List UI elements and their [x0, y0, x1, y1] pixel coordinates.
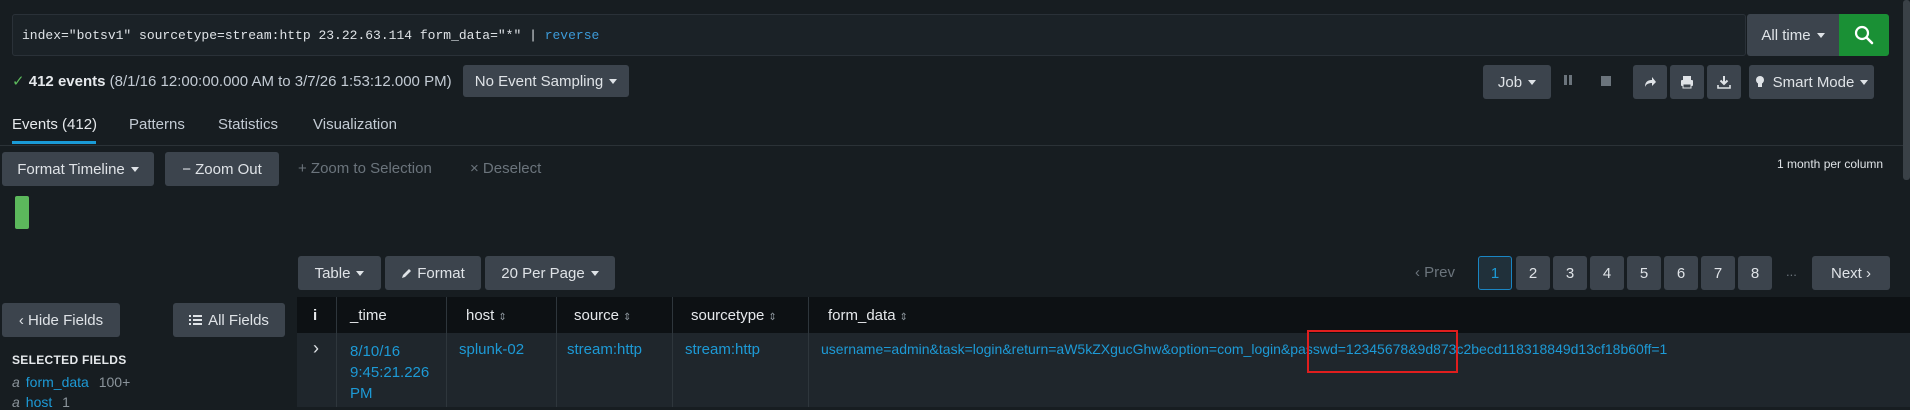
column-divider: [336, 297, 337, 407]
search-query[interactable]: index="botsv1" sourcetype=stream:http 23…: [22, 28, 599, 43]
event-summary: ✓ 412 events (8/1/16 12:00:00.000 AM to …: [12, 72, 452, 90]
stop-icon: [1601, 76, 1611, 86]
field-item-host[interactable]: a host 1: [12, 394, 70, 410]
event-sourcetype[interactable]: stream:http: [685, 341, 760, 358]
page-button[interactable]: 3: [1553, 256, 1587, 290]
page-button[interactable]: 5: [1627, 256, 1661, 290]
sort-icon: ⇕: [498, 312, 507, 323]
page-button[interactable]: 1: [1478, 256, 1512, 290]
pause-button[interactable]: [1563, 73, 1573, 89]
lightbulb-icon: [1755, 76, 1764, 87]
zoom-to-selection-button[interactable]: + Zoom to Selection: [298, 160, 432, 177]
share-icon: [1645, 77, 1656, 87]
chevron-down-icon: [590, 270, 599, 276]
tab-patterns[interactable]: Patterns: [129, 116, 185, 133]
deselect-button[interactable]: × Deselect: [470, 160, 541, 177]
page-button[interactable]: 7: [1701, 256, 1735, 290]
field-name[interactable]: host: [26, 394, 52, 410]
column-divider: [808, 297, 809, 407]
tab-events[interactable]: Events (412): [12, 116, 97, 133]
page-button[interactable]: 4: [1590, 256, 1624, 290]
highlight-annotation: [1307, 330, 1458, 373]
tab-visualization[interactable]: Visualization: [313, 116, 397, 133]
column-divider: [556, 297, 557, 407]
search-button[interactable]: [1839, 14, 1889, 56]
print-icon: [1681, 76, 1693, 89]
hide-fields-button[interactable]: ‹ Hide Fields: [2, 303, 120, 337]
table-header: [297, 297, 1910, 333]
table-view-dropdown[interactable]: Table: [298, 256, 381, 290]
event-count: 412 events: [28, 73, 106, 90]
page-scrollbar[interactable]: [1903, 0, 1910, 180]
column-divider: [672, 297, 673, 407]
sampling-dropdown[interactable]: No Event Sampling: [463, 65, 629, 97]
sort-icon: ⇕: [768, 312, 777, 323]
field-item-form-data[interactable]: a form_data 100+: [12, 374, 130, 390]
zoom-out-button[interactable]: − Zoom Out: [165, 152, 279, 186]
export-button[interactable]: [1707, 65, 1741, 99]
field-count: 100+: [98, 374, 131, 390]
share-button[interactable]: [1633, 65, 1667, 99]
field-type: a: [12, 394, 20, 410]
search-mode-dropdown[interactable]: Smart Mode: [1749, 65, 1874, 99]
sort-icon: ⇕: [899, 312, 908, 323]
field-count: 1: [62, 394, 70, 410]
event-range: (8/1/16 12:00:00.000 AM to 3/7/26 1:53:1…: [109, 73, 452, 90]
chevron-down-icon: [609, 78, 618, 84]
chevron-down-icon: [1816, 32, 1825, 38]
tabs-divider: [0, 145, 1910, 146]
pause-icon: [1564, 75, 1572, 85]
job-menu[interactable]: Job: [1483, 65, 1551, 99]
print-button[interactable]: [1670, 65, 1704, 99]
format-button[interactable]: Format: [385, 256, 481, 290]
search-icon: [1854, 25, 1874, 45]
per-page-dropdown[interactable]: 20 Per Page: [485, 256, 615, 290]
tab-statistics[interactable]: Statistics: [218, 116, 278, 133]
chevron-down-icon: [1528, 79, 1537, 85]
page-button[interactable]: 8: [1738, 256, 1772, 290]
column-header-source[interactable]: source ⇕: [574, 307, 631, 324]
pencil-icon: [402, 269, 412, 278]
list-icon: [189, 315, 203, 325]
event-form-data[interactable]: username=admin&task=login&return=aW5kZXg…: [821, 341, 1667, 357]
prev-page-button[interactable]: ‹ Prev: [1415, 264, 1455, 281]
field-name[interactable]: form_data: [26, 374, 89, 390]
all-fields-button[interactable]: All Fields: [173, 303, 285, 337]
active-tab-indicator: [12, 141, 96, 144]
timeline-scale: 1 month per column: [1777, 157, 1884, 171]
event-source[interactable]: stream:http: [567, 341, 642, 358]
column-header-host[interactable]: host ⇕: [466, 307, 507, 324]
selected-fields-heading: SELECTED FIELDS: [12, 353, 127, 367]
info-column-header: i: [313, 307, 318, 324]
stop-button[interactable]: [1600, 74, 1612, 88]
format-timeline-button[interactable]: Format Timeline: [2, 152, 154, 186]
event-host[interactable]: splunk-02: [459, 341, 524, 358]
pagination-ellipsis: ...: [1786, 264, 1797, 279]
check-icon: ✓: [12, 73, 25, 90]
sort-icon: ⇕: [623, 312, 632, 323]
chevron-down-icon: [130, 166, 139, 172]
download-icon: [1717, 76, 1731, 89]
column-divider: [446, 297, 447, 407]
column-header-sourcetype[interactable]: sourcetype ⇕: [691, 307, 777, 324]
next-page-button[interactable]: Next ›: [1812, 256, 1890, 290]
page-button[interactable]: 2: [1516, 256, 1550, 290]
timeline-bar[interactable]: [15, 196, 29, 229]
event-time[interactable]: 8/10/16 9:45:21.226 PM: [350, 341, 429, 404]
time-range-picker[interactable]: All time: [1747, 14, 1839, 56]
column-header-form-data[interactable]: form_data ⇕: [828, 307, 908, 324]
column-header-time[interactable]: _time: [350, 307, 387, 324]
chevron-down-icon: [356, 270, 365, 276]
expand-row-icon[interactable]: ›: [313, 338, 319, 359]
chevron-down-icon: [1860, 79, 1869, 85]
field-type: a: [12, 374, 20, 390]
page-button[interactable]: 6: [1664, 256, 1698, 290]
